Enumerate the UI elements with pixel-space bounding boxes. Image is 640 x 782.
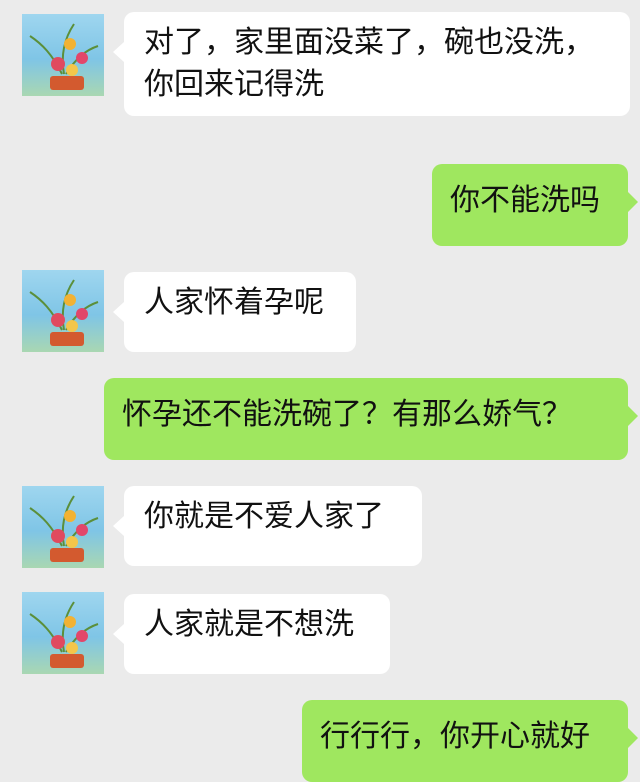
outgoing-message-bubble[interactable]: 行行行，你开心就好 bbox=[302, 700, 638, 782]
message-text: 人家就是不想洗 bbox=[144, 607, 354, 642]
contact-avatar-icon[interactable] bbox=[22, 270, 104, 352]
message-text: 人家怀着孕呢 bbox=[144, 285, 324, 320]
message-text: 怀孕还不能洗碗了？有那么娇气？ bbox=[122, 397, 572, 432]
contact-avatar-icon[interactable] bbox=[22, 14, 104, 96]
contact-avatar-icon[interactable] bbox=[22, 486, 104, 568]
outgoing-message-bubble[interactable]: 你不能洗吗 bbox=[432, 164, 638, 246]
message-text: 你就是不爱人家了 bbox=[144, 499, 384, 534]
incoming-message-bubble[interactable]: 对了，家里面没菜了，碗也没洗，你回来记得洗 bbox=[113, 12, 630, 116]
message-text: 对了，家里面没菜了，碗也没洗，你回来记得洗 bbox=[144, 25, 594, 102]
contact-avatar-icon[interactable] bbox=[22, 592, 104, 674]
incoming-message-bubble[interactable]: 你就是不爱人家了 bbox=[113, 486, 422, 566]
incoming-message-bubble[interactable]: 人家怀着孕呢 bbox=[113, 272, 356, 352]
message-text: 行行行，你开心就好 bbox=[320, 719, 590, 754]
chat-conversation[interactable]: 对了，家里面没菜了，碗也没洗，你回来记得洗 你不能洗吗 人家怀着孕呢 怀孕还不能… bbox=[0, 0, 640, 782]
outgoing-message-bubble[interactable]: 怀孕还不能洗碗了？有那么娇气？ bbox=[104, 378, 638, 460]
message-text: 你不能洗吗 bbox=[450, 183, 600, 218]
incoming-message-bubble[interactable]: 人家就是不想洗 bbox=[113, 594, 390, 674]
